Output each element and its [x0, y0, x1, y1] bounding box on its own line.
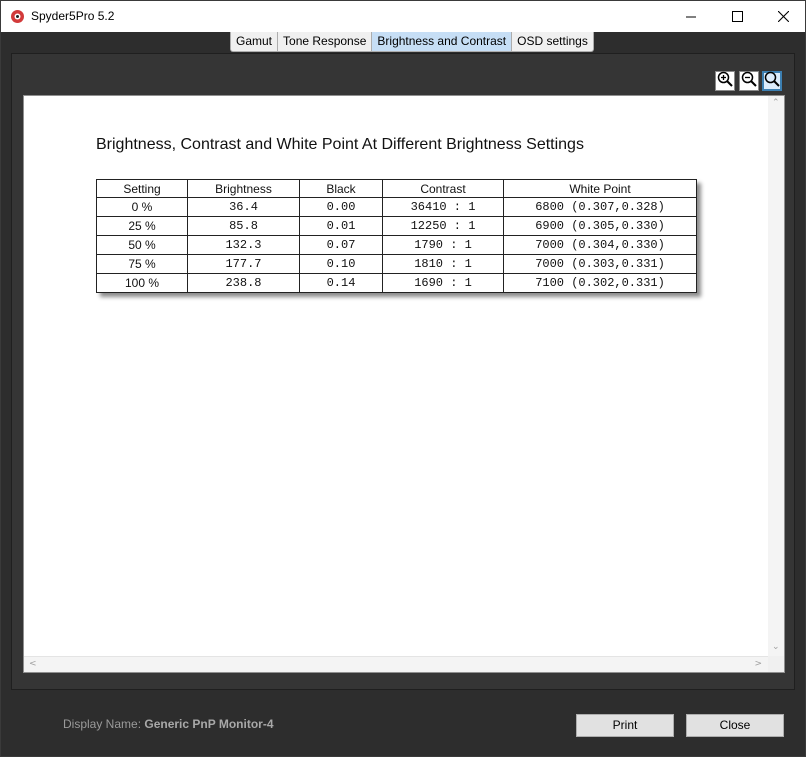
cell-white-point: 7000 (0.303,0.331)	[503, 254, 697, 274]
minimize-button[interactable]	[668, 1, 714, 32]
cell-brightness: 177.7	[187, 254, 300, 274]
cell-white-point: 6900 (0.305,0.330)	[503, 216, 697, 236]
zoom-fit-icon	[764, 71, 780, 92]
cell-setting: 50 %	[96, 235, 188, 255]
scroll-up-icon[interactable]: ⌃	[772, 98, 780, 108]
close-button[interactable]: Close	[686, 714, 784, 737]
zoom-fit-button[interactable]	[762, 71, 782, 91]
results-table: Setting Brightness Black Contrast White …	[96, 179, 697, 293]
report-title: Brightness, Contrast and White Point At …	[96, 136, 584, 153]
tab-osd-settings[interactable]: OSD settings	[511, 32, 594, 52]
column-header-black: Black	[299, 179, 383, 198]
zoom-in-icon	[717, 71, 733, 92]
window-title: Spyder5Pro 5.2	[31, 9, 115, 23]
column-header-contrast: Contrast	[382, 179, 504, 198]
cell-white-point: 7000 (0.304,0.330)	[503, 235, 697, 255]
cell-brightness: 132.3	[187, 235, 300, 255]
cell-contrast: 1810 : 1	[382, 254, 504, 274]
cell-contrast: 36410 : 1	[382, 197, 504, 217]
cell-setting: 0 %	[96, 197, 188, 217]
cell-black: 0.01	[299, 216, 383, 236]
table-row: 0 % 36.4 0.00 36410 : 1 6800 (0.307,0.32…	[96, 197, 697, 217]
cell-contrast: 1790 : 1	[382, 235, 504, 255]
column-header-brightness: Brightness	[187, 179, 300, 198]
horizontal-scrollbar[interactable]: < >	[24, 656, 768, 672]
spyder-app-icon	[10, 9, 25, 24]
table-row: 75 % 177.7 0.10 1810 : 1 7000 (0.303,0.3…	[96, 254, 697, 274]
table-row: 100 % 238.8 0.14 1690 : 1 7100 (0.302,0.…	[96, 273, 697, 293]
cell-setting: 25 %	[96, 216, 188, 236]
column-header-white-point: White Point	[503, 179, 697, 198]
cell-brightness: 85.8	[187, 216, 300, 236]
table-row: 25 % 85.8 0.01 12250 : 1 6900 (0.305,0.3…	[96, 216, 697, 236]
scroll-right-icon[interactable]: >	[754, 659, 762, 669]
zoom-out-button[interactable]	[739, 71, 759, 91]
cell-contrast: 12250 : 1	[382, 216, 504, 236]
close-window-button[interactable]	[760, 1, 806, 32]
report-viewport: Brightness, Contrast and White Point At …	[23, 95, 785, 673]
title-bar[interactable]: Spyder5Pro 5.2	[1, 1, 805, 32]
close-icon	[777, 11, 789, 22]
table-header-row: Setting Brightness Black Contrast White …	[96, 179, 697, 198]
cell-black: 0.14	[299, 273, 383, 293]
cell-black: 0.00	[299, 197, 383, 217]
cell-white-point: 6800 (0.307,0.328)	[503, 197, 697, 217]
cell-black: 0.07	[299, 235, 383, 255]
vertical-scrollbar[interactable]: ⌃ ⌄	[768, 96, 784, 656]
display-name-label: Display Name:	[63, 717, 145, 731]
tab-brightness-and-contrast[interactable]: Brightness and Contrast	[371, 32, 513, 52]
scrollbar-corner	[768, 656, 784, 672]
tab-bar: Gamut Tone Response Brightness and Contr…	[230, 32, 594, 52]
tab-gamut[interactable]: Gamut	[230, 32, 279, 52]
display-name-field: Display Name: Generic PnP Monitor-4	[63, 717, 274, 731]
maximize-icon	[731, 11, 743, 22]
app-window: Spyder5Pro 5.2 Gamut Tone Response Brigh…	[0, 0, 806, 757]
scroll-down-icon[interactable]: ⌄	[772, 642, 780, 652]
display-name-value: Generic PnP Monitor-4	[144, 717, 274, 731]
maximize-button[interactable]	[714, 1, 760, 32]
zoom-out-icon	[741, 71, 757, 92]
cell-brightness: 36.4	[187, 197, 300, 217]
minimize-icon	[685, 11, 697, 22]
table-row: 50 % 132.3 0.07 1790 : 1 7000 (0.304,0.3…	[96, 235, 697, 255]
column-header-setting: Setting	[96, 179, 188, 198]
cell-contrast: 1690 : 1	[382, 273, 504, 293]
cell-white-point: 7100 (0.302,0.331)	[503, 273, 697, 293]
zoom-in-button[interactable]	[715, 71, 735, 91]
cell-black: 0.10	[299, 254, 383, 274]
cell-brightness: 238.8	[187, 273, 300, 293]
tab-tone-response[interactable]: Tone Response	[277, 32, 373, 52]
cell-setting: 100 %	[96, 273, 188, 293]
scroll-left-icon[interactable]: <	[29, 659, 37, 669]
cell-setting: 75 %	[96, 254, 188, 274]
print-button[interactable]: Print	[576, 714, 674, 737]
